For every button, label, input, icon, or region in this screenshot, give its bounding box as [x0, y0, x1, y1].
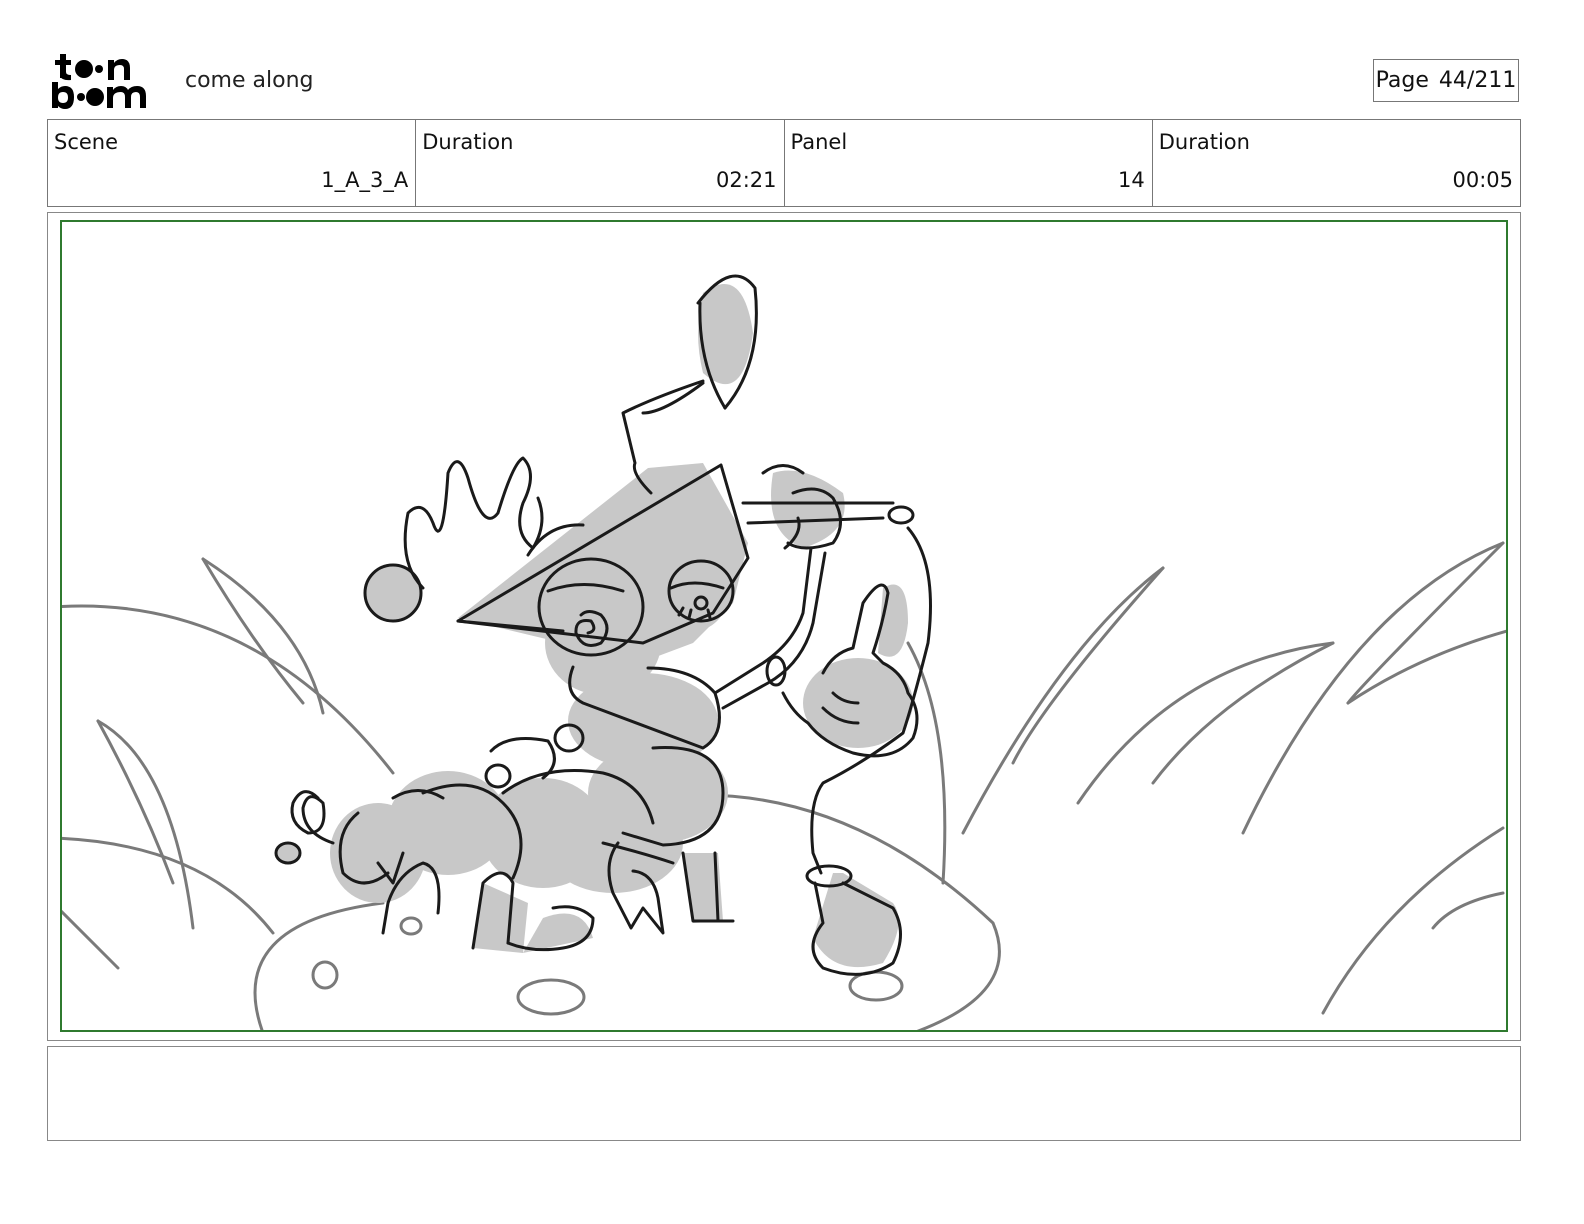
page-label: Page: [1375, 68, 1429, 93]
toon-boom-logo: [52, 54, 146, 109]
page-number: 44/211: [1438, 68, 1517, 93]
panel-cell: Panel 14: [785, 120, 1153, 206]
page-indicator: Page 44/211: [1373, 59, 1519, 102]
project-title: come along: [185, 68, 314, 93]
caterpillar-sketch: [62, 274, 1506, 1030]
panel-duration-label: Duration: [1158, 130, 1250, 154]
scene-label: Scene: [54, 130, 119, 154]
grass-background: [62, 541, 1506, 1030]
panel-duration-cell: Duration 00:05: [1153, 120, 1520, 206]
panel-value: 14: [1118, 168, 1145, 192]
scene-duration-label: Duration: [422, 130, 514, 154]
scene-duration-cell: Duration 02:21: [416, 120, 785, 206]
panel-duration-value: 00:05: [1452, 168, 1513, 192]
scene-duration-value: 02:21: [715, 168, 777, 192]
scene-cell: Scene 1_A_3_A: [48, 120, 417, 206]
panel-label: Panel: [790, 130, 848, 154]
scene-info-table: Scene 1_A_3_A Duration 02:21 Panel 14 Du…: [47, 119, 1521, 207]
scene-value: 1_A_3_A: [321, 168, 409, 192]
storyboard-panel-image: [60, 220, 1508, 1032]
panel-notes-box[interactable]: [47, 1046, 1521, 1141]
storyboard-panel-frame: [47, 212, 1521, 1041]
